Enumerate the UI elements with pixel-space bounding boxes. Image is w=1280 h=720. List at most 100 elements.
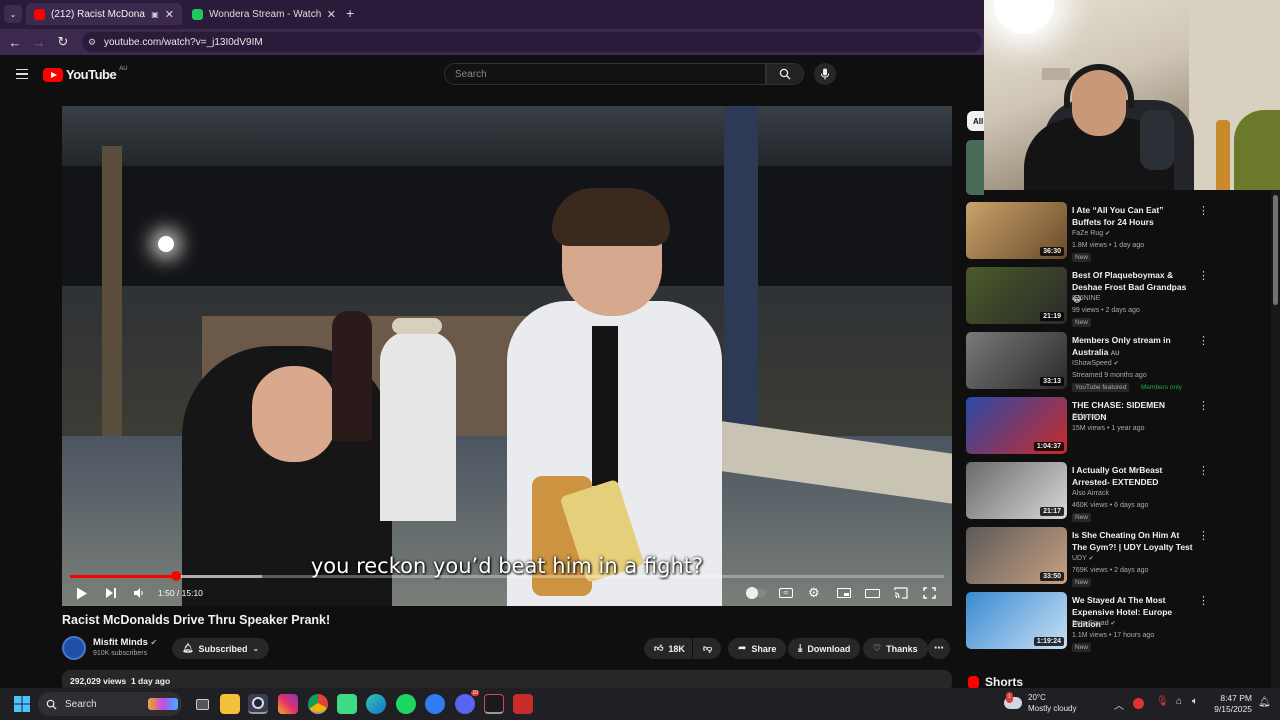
recommendation-card[interactable]: 36:30 I Ate “All You Can Eat” Buffets for…: [966, 202, 1216, 262]
recommendation-title[interactable]: Members Only stream in Australia AU: [1072, 334, 1194, 360]
recommendation-card[interactable]: 1:19:24 We Stayed At The Most Expensive H…: [966, 592, 1216, 652]
channel-text: 876NINE: [1072, 295, 1101, 302]
recommendation-channel[interactable]: 876NINE: [1072, 293, 1100, 305]
video-thumbnail[interactable]: 36:30: [966, 202, 1067, 259]
recommendation-channel[interactable]: IShowSpeed ✔: [1072, 358, 1119, 370]
more-vertical-icon[interactable]: ⋮: [1198, 529, 1209, 542]
recommendation-channel[interactable]: Sidemen ✔: [1072, 411, 1107, 423]
obs-app-icon[interactable]: [484, 694, 504, 714]
browser-tab-youtube[interactable]: (212) Racist McDonalds Driv ▣ ✕: [26, 3, 182, 25]
tray-volume-icon[interactable]: 🔈︎: [1192, 696, 1198, 707]
close-tab-icon[interactable]: ✕: [165, 8, 174, 21]
more-vertical-icon[interactable]: ⋮: [1198, 334, 1209, 347]
youtube-favicon-icon: [34, 8, 45, 20]
progress-bar[interactable]: [70, 571, 944, 581]
thanks-button[interactable]: ♡ Thanks: [863, 638, 928, 659]
windows-start-icon[interactable]: [12, 694, 32, 714]
recommendation-title[interactable]: I Ate “All You Can Eat” Buffets for 24 H…: [1072, 204, 1194, 228]
video-thumbnail[interactable]: 1:04:37: [966, 397, 1067, 454]
partial-thumbnail[interactable]: [966, 140, 984, 195]
scrollbar-thumb[interactable]: [1273, 195, 1278, 305]
recommendation-channel[interactable]: UDY ✔: [1072, 553, 1094, 565]
close-tab-icon[interactable]: ✕: [327, 8, 336, 21]
edge-icon[interactable]: [366, 694, 386, 714]
reload-icon[interactable]: ↻: [51, 34, 75, 50]
task-view-icon[interactable]: [192, 694, 212, 714]
video-thumbnail[interactable]: 33:50: [966, 527, 1067, 584]
recording-app-icon[interactable]: [513, 694, 533, 714]
recommendation-card[interactable]: 21:19 Best Of Plaqueboymax & Deshae Frost…: [966, 267, 1216, 327]
members-only-label: Members only: [1141, 384, 1182, 391]
tray-chevron-up-icon[interactable]: ︿: [1114, 697, 1124, 712]
site-info-icon[interactable]: ⚙: [88, 37, 96, 48]
next-video-icon[interactable]: [105, 587, 117, 599]
play-icon[interactable]: [76, 587, 88, 600]
recommendation-title[interactable]: Is She Cheating On Him At The Gym?! | UD…: [1072, 529, 1194, 553]
page-scrollbar[interactable]: [1271, 190, 1280, 688]
more-vertical-icon[interactable]: ⋮: [1198, 204, 1209, 217]
like-button[interactable]: 👍︎ 18K: [644, 638, 692, 659]
download-button[interactable]: ⤓ Download: [788, 638, 861, 659]
cast-icon[interactable]: [894, 587, 908, 599]
steam-icon[interactable]: [248, 694, 268, 714]
video-thumbnail[interactable]: 1:19:24: [966, 592, 1067, 649]
recommendation-channel[interactable]: Beta Squad ✔: [1072, 618, 1116, 630]
tray-network-icon[interactable]: ⌂: [1176, 696, 1182, 707]
channel-avatar[interactable]: [62, 636, 86, 660]
forward-arrow-icon[interactable]: →: [27, 35, 51, 50]
recommendation-card[interactable]: 21:17 I Actually Got MrBeast Arrested- EX…: [966, 462, 1216, 522]
more-actions-button[interactable]: ⋯: [928, 638, 950, 659]
autoplay-toggle[interactable]: [746, 587, 766, 599]
video-thumbnail[interactable]: 33:13: [966, 332, 1067, 389]
app-blue-icon[interactable]: [425, 694, 445, 714]
fullscreen-icon[interactable]: [923, 587, 936, 599]
discord-icon[interactable]: 10: [455, 690, 479, 714]
recommendation-channel[interactable]: Also Airrack: [1072, 488, 1109, 500]
captions-icon[interactable]: cc: [779, 588, 793, 598]
video-thumbnail[interactable]: 21:17: [966, 462, 1067, 519]
browser-tab-wondera[interactable]: Wondera Stream - Watch Live a ✕: [184, 3, 344, 25]
recommendation-title[interactable]: I Actually Got MrBeast Arrested- EXTENDE…: [1072, 464, 1194, 488]
new-tab-button[interactable]: +: [346, 5, 354, 21]
recommendation-card[interactable]: 1:04:37 THE CHASE: SIDEMEN EDITION Sidemen…: [966, 397, 1216, 455]
search-input[interactable]: Search: [444, 63, 766, 85]
more-vertical-icon[interactable]: ⋮: [1198, 594, 1209, 607]
share-arrow-icon: ➦: [738, 643, 747, 654]
settings-gear-icon[interactable]: ⚙: [808, 585, 820, 601]
voice-search-button[interactable]: [814, 63, 836, 85]
tray-microphone-icon[interactable]: 🎙︎: [1156, 696, 1169, 707]
more-vertical-icon[interactable]: ⋮: [1198, 269, 1209, 282]
weather-widget[interactable]: 1 20°C Mostly cloudy: [1004, 692, 1076, 714]
thumbs-up-icon: 👍︎: [654, 643, 664, 653]
android-app-icon[interactable]: [337, 694, 357, 714]
instagram-icon[interactable]: [278, 694, 298, 714]
youtube-logo[interactable]: YouTube AU: [43, 66, 128, 82]
taskbar-clock[interactable]: 8:47 PM 9/15/2025: [1208, 693, 1252, 715]
miniplayer-icon[interactable]: [837, 588, 851, 598]
recommendation-card[interactable]: 33:13 Members Only stream in Australia AU…: [966, 332, 1216, 392]
taskbar-search[interactable]: Search: [38, 692, 182, 716]
duration-badge: 33:50: [1040, 572, 1064, 581]
menu-icon[interactable]: [16, 69, 28, 79]
spotify-icon[interactable]: [396, 694, 416, 714]
video-player[interactable]: you reckon you’d beat him in a fight? 1:…: [62, 106, 952, 606]
notification-bell-icon[interactable]: 🔔︎: [1258, 697, 1271, 708]
share-button[interactable]: ➦ Share: [728, 638, 787, 659]
channel-name[interactable]: Misfit Minds ✔: [93, 637, 157, 648]
search-button[interactable]: [766, 63, 804, 85]
theater-mode-icon[interactable]: [865, 588, 880, 598]
more-vertical-icon[interactable]: ⋮: [1198, 399, 1209, 412]
volume-icon[interactable]: [133, 587, 145, 599]
video-thumbnail[interactable]: 21:19: [966, 267, 1067, 324]
tab-list-button[interactable]: ⌄: [4, 5, 22, 23]
recommendation-card[interactable]: 33:50 Is She Cheating On Him At The Gym?!…: [966, 527, 1216, 587]
address-bar[interactable]: ⚙ youtube.com/watch?v=_j13I0dV9IM: [82, 32, 982, 52]
recommendation-channel[interactable]: FaZe Rug ✔: [1072, 228, 1110, 240]
more-vertical-icon[interactable]: ⋮: [1198, 464, 1209, 477]
back-arrow-icon[interactable]: ←: [3, 35, 27, 50]
tray-app-icon[interactable]: [1133, 698, 1144, 709]
dislike-button[interactable]: 👎︎: [693, 638, 721, 659]
file-explorer-icon[interactable]: [220, 694, 240, 714]
chrome-icon[interactable]: [308, 694, 328, 714]
subscribed-button[interactable]: 🔔︎ Subscribed ⌄: [172, 638, 270, 659]
